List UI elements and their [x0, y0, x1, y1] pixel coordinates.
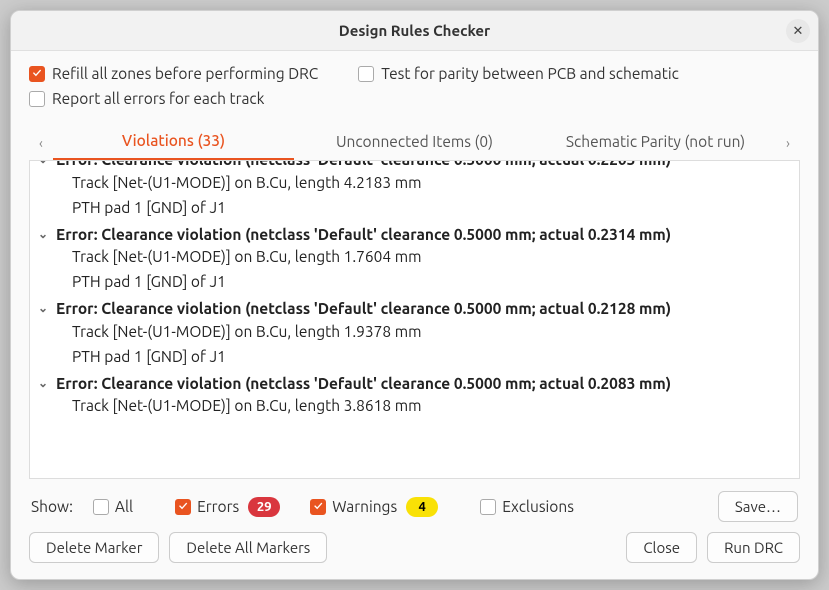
violation-detail-line[interactable]: Track [Net-(U1-MODE)] on B.Cu, length 3.… [72, 394, 795, 419]
violation-title: Error: Clearance violation (netclass 'De… [56, 160, 795, 171]
violation-detail-line[interactable]: Track [Net-(U1-MODE)] on B.Cu, length 4.… [72, 171, 795, 196]
violation-details: Track [Net-(U1-MODE)] on B.Cu, length 1.… [34, 320, 795, 370]
violation-details: Track [Net-(U1-MODE)] on B.Cu, length 3.… [34, 394, 795, 419]
tab-violations[interactable]: Violations (33) [53, 125, 294, 160]
warnings-count-badge: 4 [406, 497, 438, 517]
filter-warnings[interactable]: Warnings 4 [310, 497, 438, 517]
window-title: Design Rules Checker [339, 22, 490, 39]
chevron-down-icon[interactable]: ⌄ [38, 160, 52, 168]
options-row: Refill all zones before performing DRC R… [29, 65, 800, 113]
violation-title: Error: Clearance violation (netclass 'De… [56, 374, 795, 395]
checkbox-checked-icon [310, 499, 326, 515]
tab-bar: ‹ Violations (33) Unconnected Items (0) … [29, 125, 800, 161]
violation-header[interactable]: ⌄Error: Clearance violation (netclass 'D… [34, 374, 795, 395]
tab-unconnected-label: Unconnected Items (0) [336, 133, 493, 150]
violation-detail-line[interactable]: PTH pad 1 [GND] of J1 [72, 196, 795, 221]
tab-schematic-parity[interactable]: Schematic Parity (not run) [535, 125, 776, 160]
button-row: Delete Marker Delete All Markers Close R… [29, 532, 800, 563]
violation-details: Track [Net-(U1-MODE)] on B.Cu, length 1.… [34, 245, 795, 295]
violation-title: Error: Clearance violation (netclass 'De… [56, 299, 795, 320]
chevron-left-icon: ‹ [39, 135, 43, 151]
chevron-down-icon[interactable]: ⌄ [38, 374, 52, 392]
checkbox-icon [358, 66, 374, 82]
violation-item[interactable]: ⌄ Error: Clearance violation (netclass 'D… [34, 160, 795, 222]
checkbox-icon [93, 499, 109, 515]
window-close-button[interactable]: ✕ [786, 19, 810, 43]
violation-details: Track [Net-(U1-MODE)] on B.Cu, length 4.… [34, 171, 795, 221]
filter-all-label: All [115, 498, 133, 515]
report-all-errors-label: Report all errors for each track [52, 90, 264, 107]
refill-zones-option[interactable]: Refill all zones before performing DRC [29, 65, 318, 82]
violation-item[interactable]: ⌄Error: Clearance violation (netclass 'D… [34, 371, 795, 421]
tab-unconnected[interactable]: Unconnected Items (0) [294, 125, 535, 160]
checkbox-icon [480, 499, 496, 515]
drc-dialog: Design Rules Checker ✕ Refill all zones … [10, 10, 819, 580]
delete-all-markers-button[interactable]: Delete All Markers [169, 532, 327, 563]
delete-marker-button[interactable]: Delete Marker [29, 532, 159, 563]
options-left-column: Refill all zones before performing DRC R… [29, 65, 318, 107]
checkbox-checked-icon [175, 499, 191, 515]
test-parity-label: Test for parity between PCB and schemati… [381, 65, 679, 82]
violation-item[interactable]: ⌄Error: Clearance violation (netclass 'D… [34, 296, 795, 371]
close-icon: ✕ [793, 24, 804, 39]
refill-zones-label: Refill all zones before performing DRC [52, 65, 318, 82]
close-button[interactable]: Close [626, 532, 697, 563]
filter-all[interactable]: All [93, 498, 133, 515]
filter-exclusions[interactable]: Exclusions [480, 498, 574, 515]
checkbox-icon [29, 91, 45, 107]
titlebar: Design Rules Checker ✕ [11, 11, 818, 51]
violation-item[interactable]: ⌄Error: Clearance violation (netclass 'D… [34, 222, 795, 297]
violations-panel[interactable]: ⌄Error: Clearance violation (netclass 'D… [29, 160, 800, 479]
chevron-down-icon[interactable]: ⌄ [38, 299, 52, 317]
violation-header[interactable]: ⌄ Error: Clearance violation (netclass 'D… [34, 160, 795, 171]
filter-errors-label: Errors [197, 498, 239, 515]
errors-count-badge: 29 [248, 497, 280, 517]
violation-detail-line[interactable]: Track [Net-(U1-MODE)] on B.Cu, length 1.… [72, 320, 795, 345]
violation-title: Error: Clearance violation (netclass 'De… [56, 225, 795, 246]
violation-detail-line[interactable]: PTH pad 1 [GND] of J1 [72, 345, 795, 370]
chevron-right-icon: › [786, 135, 790, 151]
show-label: Show: [31, 498, 73, 515]
violation-header[interactable]: ⌄Error: Clearance violation (netclass 'D… [34, 225, 795, 246]
filter-warnings-label: Warnings [332, 498, 397, 515]
save-button[interactable]: Save… [718, 491, 798, 522]
options-right-column: Test for parity between PCB and schemati… [358, 65, 679, 107]
violation-header[interactable]: ⌄Error: Clearance violation (netclass 'D… [34, 299, 795, 320]
run-drc-button[interactable]: Run DRC [707, 532, 800, 563]
tab-schematic-label: Schematic Parity (not run) [566, 133, 745, 150]
filter-exclusions-label: Exclusions [502, 498, 574, 515]
violation-detail-line[interactable]: PTH pad 1 [GND] of J1 [72, 270, 795, 295]
checkbox-checked-icon [29, 66, 45, 82]
violation-detail-line[interactable]: Track [Net-(U1-MODE)] on B.Cu, length 1.… [72, 245, 795, 270]
filter-errors[interactable]: Errors 29 [175, 497, 280, 517]
tab-scroll-right[interactable]: › [776, 125, 800, 160]
report-all-errors-option[interactable]: Report all errors for each track [29, 90, 318, 107]
tab-scroll-left[interactable]: ‹ [29, 125, 53, 160]
test-parity-option[interactable]: Test for parity between PCB and schemati… [358, 65, 679, 82]
filter-bar: Show: All Errors 29 Warnings 4 Exclusio [29, 479, 800, 532]
tab-violations-label: Violations (33) [122, 132, 225, 149]
chevron-down-icon[interactable]: ⌄ [38, 225, 52, 243]
dialog-content: Refill all zones before performing DRC R… [11, 51, 818, 579]
violations-tree: ⌄Error: Clearance violation (netclass 'D… [30, 160, 799, 462]
